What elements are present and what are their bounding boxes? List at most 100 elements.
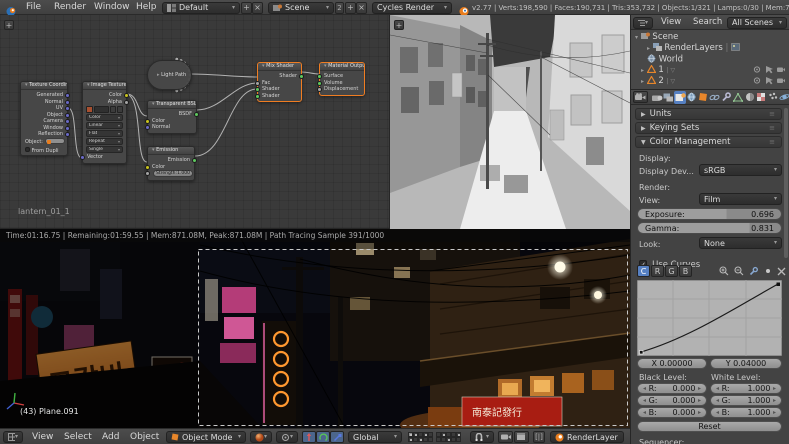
- add-scene-button[interactable]: +: [345, 1, 356, 14]
- curve-widget[interactable]: [636, 279, 783, 357]
- snap-selector[interactable]: ▾: [470, 431, 494, 443]
- render-engine-selector[interactable]: Cycles Render ▾: [372, 1, 452, 14]
- display-device-select[interactable]: sRGB ▾: [699, 164, 782, 176]
- menu-add[interactable]: Add: [96, 430, 125, 444]
- zoom-out-icon[interactable]: [734, 266, 744, 276]
- extension-select[interactable]: Repeat ▾: [86, 138, 123, 145]
- viewport-3d-rendered[interactable]: 南泰記發行 고갈비 전문점 간: [0, 229, 631, 440]
- projection-select[interactable]: Flat ▾: [86, 130, 123, 137]
- tab-render-icon[interactable]: [651, 91, 663, 104]
- curve-point-selected[interactable]: [639, 350, 644, 355]
- outliner-row-object-1[interactable]: ▸ 1 | ▽: [641, 64, 787, 75]
- menu-help[interactable]: Help: [130, 0, 163, 15]
- node-light-path[interactable]: ▸ Light Path: [147, 60, 192, 90]
- transform-orientation-selector[interactable]: Global ▾: [348, 431, 402, 443]
- outliner-editor-selector[interactable]: ▾: [633, 16, 653, 29]
- translate-manipulator-button[interactable]: [302, 431, 316, 443]
- tab-modifiers-icon[interactable]: [721, 91, 733, 104]
- menu-window[interactable]: Window: [88, 0, 136, 15]
- source-select[interactable]: Single Image▾: [86, 146, 123, 153]
- clipping-icon[interactable]: [764, 267, 772, 275]
- tab-render-layers-icon[interactable]: [663, 91, 675, 104]
- curve-tools-icon[interactable]: [749, 266, 759, 276]
- channel-r-button[interactable]: R: [651, 265, 664, 277]
- pivot-point-selector[interactable]: ▾: [276, 431, 298, 443]
- look-select[interactable]: None ▾: [699, 237, 782, 249]
- curve-y-field[interactable]: Y 0.04000: [710, 358, 782, 369]
- menu-view[interactable]: View: [26, 430, 59, 444]
- opengl-animation-button[interactable]: [514, 431, 529, 443]
- outliner-row-scene[interactable]: ▾ Scene: [635, 32, 788, 42]
- editor-type-selector[interactable]: ▾: [3, 431, 23, 443]
- black-b-field[interactable]: ◂ B: 0.000 ▸: [637, 407, 707, 418]
- image-datablock-row[interactable]: [86, 106, 123, 113]
- tab-world-icon[interactable]: [686, 91, 698, 104]
- tab-scene-icon[interactable]: [674, 90, 687, 104]
- curve-x-field[interactable]: X 0.00000: [637, 358, 707, 369]
- panel-units[interactable]: ▶ Units ≡: [635, 108, 782, 120]
- outliner-menu-view[interactable]: View: [655, 15, 687, 30]
- tab-object-icon[interactable]: [698, 91, 710, 104]
- tab-texture-icon[interactable]: [755, 91, 767, 104]
- outliner-row-object-2[interactable]: ▸ 2 | ▽: [641, 75, 787, 88]
- menu-object[interactable]: Object: [124, 430, 165, 444]
- panel-color-management[interactable]: ▼ Color Management ≡: [635, 136, 782, 148]
- screen-layout-selector[interactable]: Default ▾: [162, 1, 240, 14]
- tab-particles-icon[interactable]: [767, 91, 779, 104]
- outliner-row-renderlayers[interactable]: ▸ RenderLayers |: [647, 43, 787, 53]
- white-r-field[interactable]: ◂ R: 1.000 ▸: [710, 383, 782, 394]
- viewport-shading-selector[interactable]: ▾: [250, 431, 272, 443]
- node-material-output[interactable]: ▾ Material Output Surface Volume Displac…: [317, 62, 365, 96]
- blender-app-menu-icon[interactable]: [4, 2, 18, 16]
- white-b-field[interactable]: ◂ B: 1.000 ▸: [710, 407, 782, 418]
- scene-users-count[interactable]: 2: [335, 1, 344, 14]
- white-g-field[interactable]: ◂ G: 1.000 ▸: [710, 395, 782, 406]
- region-expand-button[interactable]: +: [394, 20, 404, 30]
- unlink-scene-button[interactable]: ×: [356, 1, 367, 14]
- tab-material-icon[interactable]: [744, 91, 756, 104]
- restriction-toggles[interactable]: [753, 76, 785, 88]
- black-g-field[interactable]: ◂ G: 0.000 ▸: [637, 395, 707, 406]
- tab-data-icon[interactable]: [732, 91, 744, 104]
- from-dupli-checkbox[interactable]: [25, 146, 30, 152]
- curve-point[interactable]: [776, 282, 781, 287]
- region-expand-button[interactable]: +: [4, 20, 14, 30]
- gamma-slider[interactable]: Gamma: 0.831: [637, 222, 782, 234]
- interpolation-select[interactable]: Linear ▾: [86, 122, 123, 129]
- menu-file[interactable]: File: [20, 0, 47, 15]
- mode-selector[interactable]: Object Mode ▾: [166, 431, 246, 443]
- menu-render[interactable]: Render: [48, 0, 92, 15]
- close-layout-button[interactable]: ×: [252, 1, 263, 14]
- black-r-field[interactable]: ◂ R: 0.000 ▸: [637, 383, 707, 394]
- view-transform-select[interactable]: Film ▾: [699, 193, 782, 205]
- properties-editor-selector[interactable]: [633, 91, 649, 103]
- proportional-edit-button[interactable]: [|]: [533, 431, 545, 443]
- add-layout-button[interactable]: +: [241, 1, 252, 14]
- exposure-slider[interactable]: Exposure: 0.696: [637, 208, 782, 220]
- node-texture-coordinate[interactable]: ▾ Texture Coordinate Generated Normal UV…: [20, 81, 70, 156]
- strength-slider[interactable]: Strength: 1.000: [153, 170, 193, 177]
- outliner-menu-search[interactable]: Search: [687, 15, 728, 30]
- render-layer-selector[interactable]: RenderLayer: [550, 431, 624, 443]
- node-editor-area[interactable]: + ▾ Texture Coordinate Generated Normal …: [0, 15, 390, 229]
- tab-constraints-icon[interactable]: [709, 91, 721, 104]
- node-transparent-bsdf[interactable]: ▾ Transparent BSDF BSDF Color Normal: [145, 100, 199, 134]
- channel-b-button[interactable]: B: [679, 265, 692, 277]
- outliner-row-world[interactable]: World: [647, 54, 787, 65]
- menu-select[interactable]: Select: [58, 430, 98, 444]
- scale-manipulator-button[interactable]: [330, 431, 344, 443]
- reset-button[interactable]: Reset: [637, 421, 782, 432]
- channel-c-button[interactable]: C: [637, 265, 650, 277]
- scene-selector[interactable]: Scene ▾: [268, 1, 334, 14]
- object-field[interactable]: [44, 138, 65, 144]
- delete-point-icon[interactable]: [777, 267, 786, 276]
- rotate-manipulator-button[interactable]: [316, 431, 330, 443]
- panel-keying-sets[interactable]: ▶ Keying Sets ≡: [635, 122, 782, 134]
- node-emission[interactable]: ▾ Emission Emission Color Strength: 1.000: [145, 146, 197, 181]
- tab-physics-icon[interactable]: [779, 91, 789, 104]
- node-mix-shader[interactable]: ▾ Mix Shader Shader Fac Shader Shader: [255, 62, 304, 102]
- opengl-render-button[interactable]: [498, 431, 513, 443]
- node-image-texture[interactable]: ▾ Image Texture Color Alpha Color ▾ Linea…: [80, 81, 129, 164]
- zoom-in-icon[interactable]: [719, 266, 729, 276]
- properties-scrollbar[interactable]: [784, 108, 788, 258]
